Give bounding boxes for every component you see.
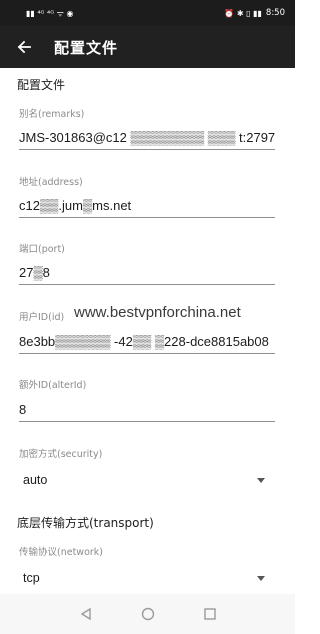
back-button[interactable] [0,26,48,68]
nav-back-button[interactable] [78,606,94,622]
circle-home-icon [141,607,154,621]
alter-id-label: 额外ID(alterId) [19,380,87,391]
dropdown-arrow-icon [257,477,265,483]
remarks-field[interactable]: JMS-301863@c12 ▒▒▒▒▒▒▒▒ ▒▒▒ t:27978 [19,130,275,150]
address-label: 地址(address) [19,177,83,188]
port-label: 端口(port) [19,244,65,255]
page-title: 配置文件 [54,38,119,57]
nav-home-button[interactable] [140,606,156,622]
security-value: auto [23,473,48,487]
nav-recents-button[interactable] [202,606,218,622]
system-nav-bar [0,594,295,634]
config-form: 配置文件 别名(remarks) JMS-301863@c12 ▒▒▒▒▒▒▒▒… [0,68,295,594]
remarks-label: 别名(remarks) [19,109,85,120]
port-field[interactable]: 27▒8 [19,265,275,285]
watermark-text: www.bestvpnforchina.net [72,304,243,321]
section-title: 配置文件 [17,78,66,92]
network-value: tcp [23,571,40,585]
status-bar: ▮▮ ⁴ᴳ ⁴ᴳ ᯤ ◉ ⏰ ✱ ▯ ▮▮ 8:50 [0,0,295,26]
triangle-back-icon [80,607,91,621]
network-select[interactable]: tcp [19,566,275,590]
security-select[interactable]: auto [19,468,275,492]
signal-icons: ▮▮ ⁴ᴳ ⁴ᴳ ᯤ ◉ [26,8,74,18]
status-right-icons: ⏰ ✱ ▯ ▮▮ 8:50 [224,8,285,18]
square-recents-icon [203,608,216,620]
alter-id-field[interactable]: 8 [19,402,275,422]
system-icons: ⏰ ✱ ▯ ▮▮ [224,8,262,18]
address-field[interactable]: c12▒▒.jum▒ms.net [19,198,275,218]
status-left-icons: ▮▮ ⁴ᴳ ⁴ᴳ ᯤ ◉ [26,8,73,19]
transport-title: 底层传输方式(transport) [17,516,154,530]
user-id-field[interactable]: 8e3bb▒▒▒▒▒▒ -42▒▒ ▒228-dce8815ab08 [19,334,275,354]
arrow-left-icon [17,40,31,54]
status-time: 8:50 [265,8,285,18]
user-id-label: 用户ID(id) [19,312,65,323]
network-label: 传输协议(network) [19,547,103,558]
dropdown-arrow-icon [257,575,265,581]
security-label: 加密方式(security) [19,449,103,460]
app-bar: 配置文件 [0,26,295,68]
